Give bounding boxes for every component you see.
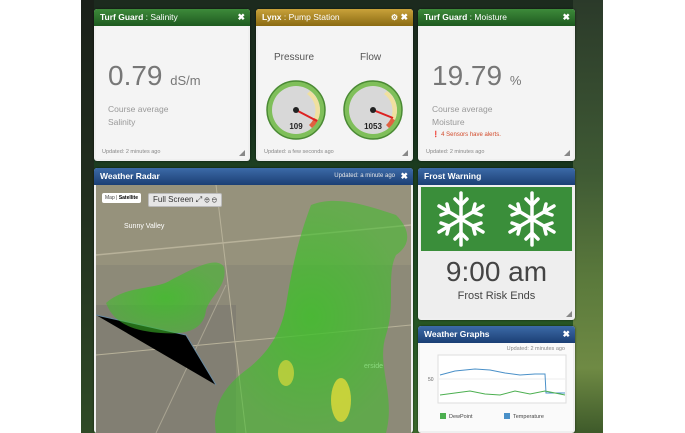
weather-graphs-widget: Weather Graphs ✖ Updated: 2 minutes ago …	[418, 326, 575, 433]
salinity-widget-body: 0.79 dS/m Course average Salinity Update…	[96, 26, 248, 159]
dewpoint-legend-label: DewPoint	[449, 414, 473, 420]
graphs-widget-body: Updated: 2 minutes ago 50 DewPoint Tempe…	[420, 343, 573, 431]
sensor-alert-link[interactable]: ❗ 4 Sensors have alerts.	[432, 131, 501, 138]
dashboard-background: Turf Guard : Salinity ✖ 0.79 dS/m Course…	[81, 0, 603, 433]
widget-subtitle: Salinity	[150, 12, 178, 22]
satellite-tab[interactable]: Satellite	[119, 195, 138, 201]
salinity-line1: Course average	[108, 104, 169, 114]
frost-warning-widget: Frost Warning 9:00 am Frost Risk Ends	[418, 168, 575, 320]
snowflakes	[437, 191, 556, 247]
pressure-label: Pressure	[274, 52, 315, 63]
map-tab[interactable]: Map	[105, 195, 115, 201]
fullscreen-button[interactable]: Full Screen ⤢ ⊕ ⊖	[148, 193, 223, 207]
updated-text: Updated: 2 minutes ago	[506, 346, 565, 352]
resize-handle-icon[interactable]	[402, 150, 408, 156]
moisture-line1: Course average	[432, 104, 493, 114]
salinity-line2: Salinity	[108, 117, 136, 127]
salinity-unit: dS/m	[170, 73, 201, 88]
flow-gauge: 1053	[343, 80, 403, 140]
zoom-out-icon[interactable]: ⊖	[212, 195, 217, 204]
moisture-line2: Moisture	[432, 117, 465, 127]
salinity-value: 0.79 dS/m	[108, 60, 201, 91]
pump-widget-body: Pressure Flow 109 1053 Updated: a few se…	[258, 26, 411, 159]
expand-icon: ⤢	[195, 195, 203, 204]
widget-title: Frost Warning	[424, 171, 482, 181]
flow-label: Flow	[360, 52, 382, 63]
widget-subtitle: Pump Station	[288, 12, 340, 22]
updated-text: Updated: a few seconds ago	[264, 149, 334, 155]
zoom-in-icon[interactable]: ⊕	[204, 195, 209, 204]
moisture-widget-body: 19.79 % Course average Moisture ❗ 4 Sens…	[420, 26, 573, 159]
widget-title: Weather Radar	[100, 171, 160, 181]
snowflake-icon	[437, 191, 485, 247]
radar-map-image: Sunny Valley erside	[96, 185, 411, 433]
pump-station-widget: Lynx : Pump Station ⚙ ✖ Pressure Flow 10…	[256, 9, 413, 161]
close-icon[interactable]: ✖	[400, 168, 408, 185]
dewpoint-legend-swatch	[440, 413, 446, 419]
widget-title: Turf Guard	[424, 12, 468, 22]
widget-subtitle: Moisture	[474, 12, 507, 22]
widget-title: Weather Graphs	[424, 329, 490, 339]
background-photo-left	[81, 0, 94, 433]
resize-handle-icon[interactable]	[564, 150, 570, 156]
updated-text: Updated: 2 minutes ago	[426, 149, 485, 155]
moisture-unit: %	[509, 73, 522, 88]
alert-icon: ❗	[432, 132, 440, 138]
gauges: 109 1053	[266, 80, 403, 140]
updated-text: Updated: a minute ago	[334, 173, 395, 179]
moisture-widget: Turf Guard : Moisture ✖ 19.79 % Course a…	[418, 9, 575, 161]
gear-icon[interactable]: ⚙	[391, 9, 398, 26]
radar-map[interactable]: Sunny Valley erside Map | Satellite Full…	[96, 185, 411, 433]
pressure-gauge: 109	[266, 80, 326, 140]
frost-label: Frost Risk Ends	[457, 290, 536, 302]
y-tick-label: 50	[428, 377, 434, 383]
updated-text: Updated: 2 minutes ago	[102, 149, 161, 155]
map-label-sunny-valley: Sunny Valley	[124, 223, 165, 230]
pump-widget-header[interactable]: Lynx : Pump Station ⚙ ✖	[256, 9, 413, 26]
salinity-widget: Turf Guard : Salinity ✖ 0.79 dS/m Course…	[94, 9, 250, 161]
frost-widget-header[interactable]: Frost Warning	[418, 168, 575, 185]
resize-handle-icon[interactable]	[239, 150, 245, 156]
widget-title: Lynx	[262, 12, 282, 22]
background-photo-right	[573, 0, 603, 433]
graphs-widget-header[interactable]: Weather Graphs ✖	[418, 326, 575, 343]
moisture-value: 19.79 %	[432, 60, 522, 91]
close-icon[interactable]: ✖	[237, 9, 245, 26]
pressure-value: 109	[289, 122, 303, 131]
salinity-widget-header[interactable]: Turf Guard : Salinity ✖	[94, 9, 250, 26]
moisture-widget-header[interactable]: Turf Guard : Moisture ✖	[418, 9, 575, 26]
frost-time: 9:00 am	[445, 256, 548, 287]
close-icon[interactable]: ✖	[562, 326, 570, 343]
close-icon[interactable]: ✖	[562, 9, 570, 26]
frost-banner	[421, 187, 572, 251]
close-icon[interactable]: ✖	[400, 9, 408, 26]
temperature-legend-swatch	[504, 413, 510, 419]
widget-title: Turf Guard	[100, 12, 144, 22]
weather-graph: 50 DewPoint Temperature	[428, 354, 567, 420]
temperature-legend-label: Temperature	[513, 414, 544, 420]
weather-radar-widget: Weather Radar Updated: a minute ago ✖ Su…	[94, 168, 413, 433]
radar-widget-header[interactable]: Weather Radar Updated: a minute ago ✖	[94, 168, 413, 185]
map-type-toggle[interactable]: Map | Satellite	[102, 193, 141, 203]
snowflake-icon	[508, 191, 556, 247]
resize-handle-icon[interactable]	[566, 311, 572, 317]
flow-value: 1053	[364, 122, 382, 131]
